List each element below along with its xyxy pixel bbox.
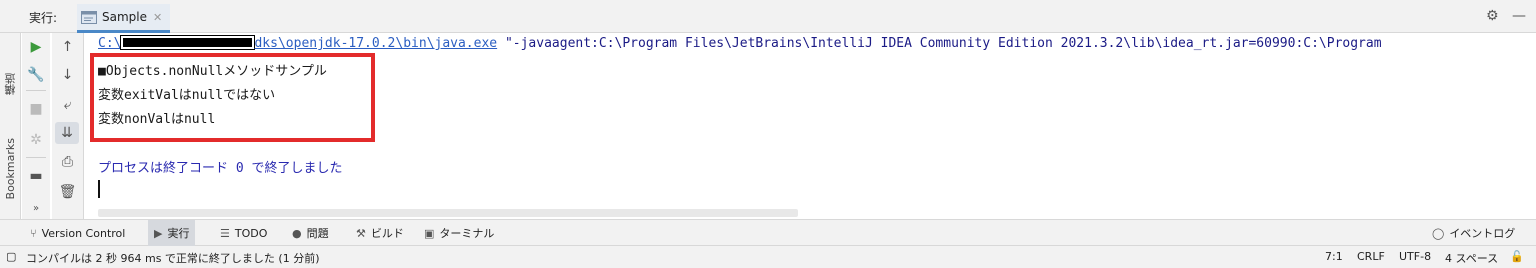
structure-stripe-button[interactable]: 構造 xyxy=(0,67,21,101)
highlight-box xyxy=(90,53,375,142)
tab-sample-label: Sample xyxy=(102,10,147,24)
scroll-to-end-icon[interactable]: ⇊ xyxy=(55,122,79,144)
tab-terminal[interactable]: ▣ ターミナル xyxy=(418,220,500,246)
redaction-bar xyxy=(120,35,256,50)
structure-label: 構造 xyxy=(3,73,17,95)
horizontal-scrollbar[interactable] xyxy=(98,209,798,217)
build-icon: ⚒ xyxy=(356,226,366,240)
indent-setting[interactable]: 4 スペース xyxy=(1445,250,1498,266)
trash-icon[interactable]: 🗑 xyxy=(52,181,83,203)
tab-version-control-label: Version Control xyxy=(41,226,126,240)
minimize-icon[interactable]: — xyxy=(1512,8,1526,24)
event-log-icon: ◯ xyxy=(1432,226,1445,240)
bottom-tool-bar: ⑂ Version Control ▶ 実行 ☰ TODO ● 問題 ⚒ ビルド… xyxy=(0,219,1536,246)
tab-problems-label: 問題 xyxy=(306,227,329,240)
bookmarks-label: Bookmarks xyxy=(4,138,17,200)
tab-sample[interactable]: Sample ✕ xyxy=(77,4,171,33)
terminal-icon: ▣ xyxy=(424,226,435,240)
close-icon[interactable]: ✕ xyxy=(153,11,162,24)
rerun-icon[interactable]: ▶ xyxy=(22,36,50,58)
gear-icon[interactable]: ⚙ xyxy=(1486,8,1499,24)
event-log-button[interactable]: ◯ イベントログ xyxy=(1426,220,1521,246)
version-control-icon: ⑂ xyxy=(30,226,37,240)
command-line: C:\ dks\openjdk-17.0.2\bin\java.exe "-jav… xyxy=(98,35,1382,51)
java-path-link-prefix[interactable]: C:\ xyxy=(98,36,121,51)
problems-icon: ● xyxy=(292,226,302,240)
run-toolbar-primary: ▶ 🔧 ■ ✲ ▬ » xyxy=(22,33,50,219)
status-toggle-icon[interactable]: ▢ xyxy=(6,250,16,263)
tab-todo-label: TODO xyxy=(234,226,268,240)
run-title: 実行: xyxy=(29,11,58,25)
status-bar: ▢ コンパイルは 2 秒 964 ms で正常に終了しました (1 分前) 7:… xyxy=(0,246,1536,268)
console-icon xyxy=(81,10,97,24)
tab-build[interactable]: ⚒ ビルド xyxy=(350,220,410,246)
console-output[interactable]: C:\ dks\openjdk-17.0.2\bin\java.exe "-jav… xyxy=(85,33,1536,219)
up-arrow-icon[interactable]: ↑ xyxy=(52,36,83,58)
run-icon: ▶ xyxy=(154,226,163,240)
soft-wrap-icon[interactable]: ⤶ xyxy=(52,94,83,116)
tab-build-label: ビルド xyxy=(370,227,404,240)
run-toolbar-secondary: ↑ ↓ ⤶ ⇊ ⎙ 🗑 xyxy=(52,33,84,219)
tab-version-control[interactable]: ⑂ Version Control xyxy=(24,220,131,246)
process-exit-line: プロセスは終了コード 0 で終了しました xyxy=(98,161,343,176)
expand-icon[interactable]: » xyxy=(22,197,50,219)
print-icon[interactable]: ⎙ xyxy=(52,151,83,173)
tab-terminal-label: ターミナル xyxy=(439,227,495,240)
debug-icon[interactable]: ✲ xyxy=(22,129,50,151)
stop-icon[interactable]: ■ xyxy=(22,98,50,120)
line-separator[interactable]: CRLF xyxy=(1357,250,1385,263)
layout-icon[interactable]: ▬ xyxy=(22,165,50,187)
command-args: "-javaagent:C:\Program Files\JetBrains\I… xyxy=(497,36,1382,51)
event-log-label: イベントログ xyxy=(1449,227,1516,240)
java-path-link[interactable]: dks\openjdk-17.0.2\bin\java.exe xyxy=(254,36,497,51)
caret-position[interactable]: 7:1 xyxy=(1325,250,1343,263)
left-tool-stripe: 構造 Bookmarks xyxy=(0,33,21,219)
wrench-icon[interactable]: 🔧 xyxy=(22,64,50,86)
status-message: コンパイルは 2 秒 964 ms で正常に終了しました (1 分前) xyxy=(26,252,320,265)
todo-icon: ☰ xyxy=(220,226,230,240)
tab-run-label: 実行 xyxy=(167,227,190,240)
tab-problems[interactable]: ● 問題 xyxy=(286,220,335,246)
tab-run[interactable]: ▶ 実行 xyxy=(148,220,196,246)
file-encoding[interactable]: UTF-8 xyxy=(1399,250,1431,263)
bookmarks-stripe-button[interactable]: Bookmarks xyxy=(0,129,21,209)
text-caret xyxy=(98,180,100,198)
run-toolwindow-header: 実行: Sample ✕ ⚙ — xyxy=(0,0,1536,33)
tab-todo[interactable]: ☰ TODO xyxy=(214,220,273,246)
down-arrow-icon[interactable]: ↓ xyxy=(52,64,83,86)
lock-icon[interactable]: 🔓 xyxy=(1510,250,1524,263)
